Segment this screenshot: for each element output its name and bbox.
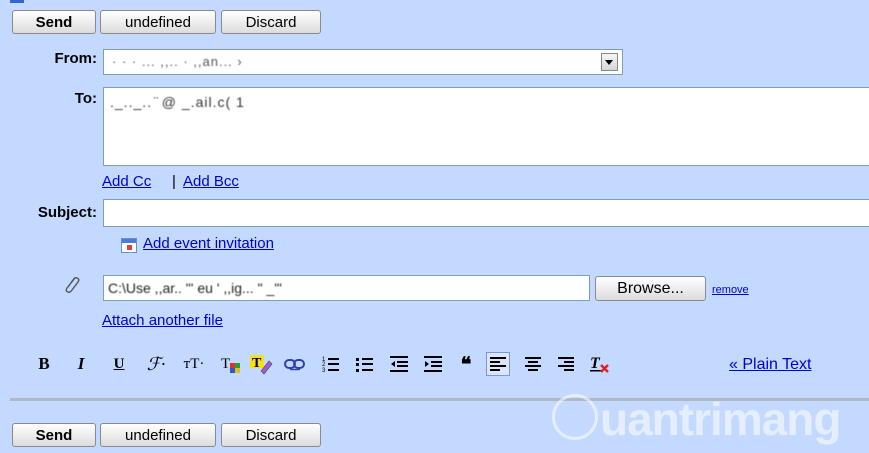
undefined-button-top[interactable]: undefined <box>100 10 216 34</box>
to-value: ._.._.. ̈ @ _.ail.c( 1 <box>110 94 245 110</box>
bold-button[interactable]: B <box>34 353 54 375</box>
send-button-top[interactable]: Send <box>12 10 96 34</box>
underline-button[interactable]: U <box>110 353 128 375</box>
attach-another-file-link[interactable]: Attach another file <box>102 312 223 329</box>
paperclip-icon <box>62 274 82 296</box>
top-edge-mark <box>10 0 24 3</box>
watermark-text: uantrimang <box>600 393 841 445</box>
bulleted-list-icon[interactable] <box>355 353 375 375</box>
from-label: From: <box>54 50 98 67</box>
add-event-invitation-link[interactable]: Add event invitation <box>143 235 274 252</box>
calendar-icon[interactable] <box>121 238 137 253</box>
watermark-logo-icon <box>552 394 598 440</box>
quote-button[interactable]: ❝ <box>455 353 477 376</box>
discard-button-top[interactable]: Discard <box>221 10 321 34</box>
attachment-path-input[interactable]: C:\Use ,,ar.. "' eu ' ,,ig... " _'" <box>103 275 590 301</box>
from-select[interactable]: · · · ... ,,.. · ,,an... › <box>103 49 623 75</box>
browse-button[interactable]: Browse... <box>595 276 706 301</box>
svg-text:3: 3 <box>322 368 326 373</box>
svg-text:T: T <box>221 356 230 372</box>
text-size-button[interactable]: тT· <box>180 353 208 375</box>
align-left-icon[interactable] <box>486 352 510 376</box>
font-button[interactable]: ℱ· <box>143 353 169 375</box>
indent-less-icon[interactable] <box>389 353 409 375</box>
remove-attachment-link[interactable]: remove <box>712 284 749 296</box>
highlight-color-icon[interactable]: T <box>249 353 273 375</box>
send-button-bottom[interactable]: Send <box>12 423 96 447</box>
cc-bcc-separator: | <box>172 173 176 190</box>
to-field[interactable]: ._.._.. ̈ @ _.ail.c( 1 <box>103 87 869 166</box>
align-right-icon[interactable] <box>556 353 576 375</box>
align-center-icon[interactable] <box>523 353 543 375</box>
add-bcc-link[interactable]: Add Bcc <box>183 173 239 190</box>
text-color-icon[interactable]: T <box>220 353 242 375</box>
from-value: · · · ... ,,.. · ,,an... › <box>112 54 243 69</box>
chevron-down-icon[interactable] <box>601 53 618 71</box>
add-cc-link[interactable]: Add Cc <box>102 173 151 190</box>
attachment-path-value: C:\Use ,,ar.. "' eu ' ,,ig... " _'" <box>108 280 282 296</box>
undefined-button-bottom[interactable]: undefined <box>100 423 216 447</box>
discard-button-bottom[interactable]: Discard <box>221 423 321 447</box>
subject-label: Subject: <box>37 204 97 221</box>
plain-text-link[interactable]: « Plain Text <box>729 356 811 374</box>
remove-formatting-icon[interactable]: T <box>588 353 612 375</box>
numbered-list-icon[interactable]: 123 <box>321 353 341 375</box>
indent-more-icon[interactable] <box>423 353 443 375</box>
subject-input[interactable] <box>103 199 869 227</box>
to-label: To: <box>74 90 97 107</box>
italic-button[interactable]: I <box>72 353 90 375</box>
svg-text:T: T <box>590 355 601 372</box>
link-icon[interactable] <box>284 353 306 375</box>
svg-text:T: T <box>252 356 262 371</box>
